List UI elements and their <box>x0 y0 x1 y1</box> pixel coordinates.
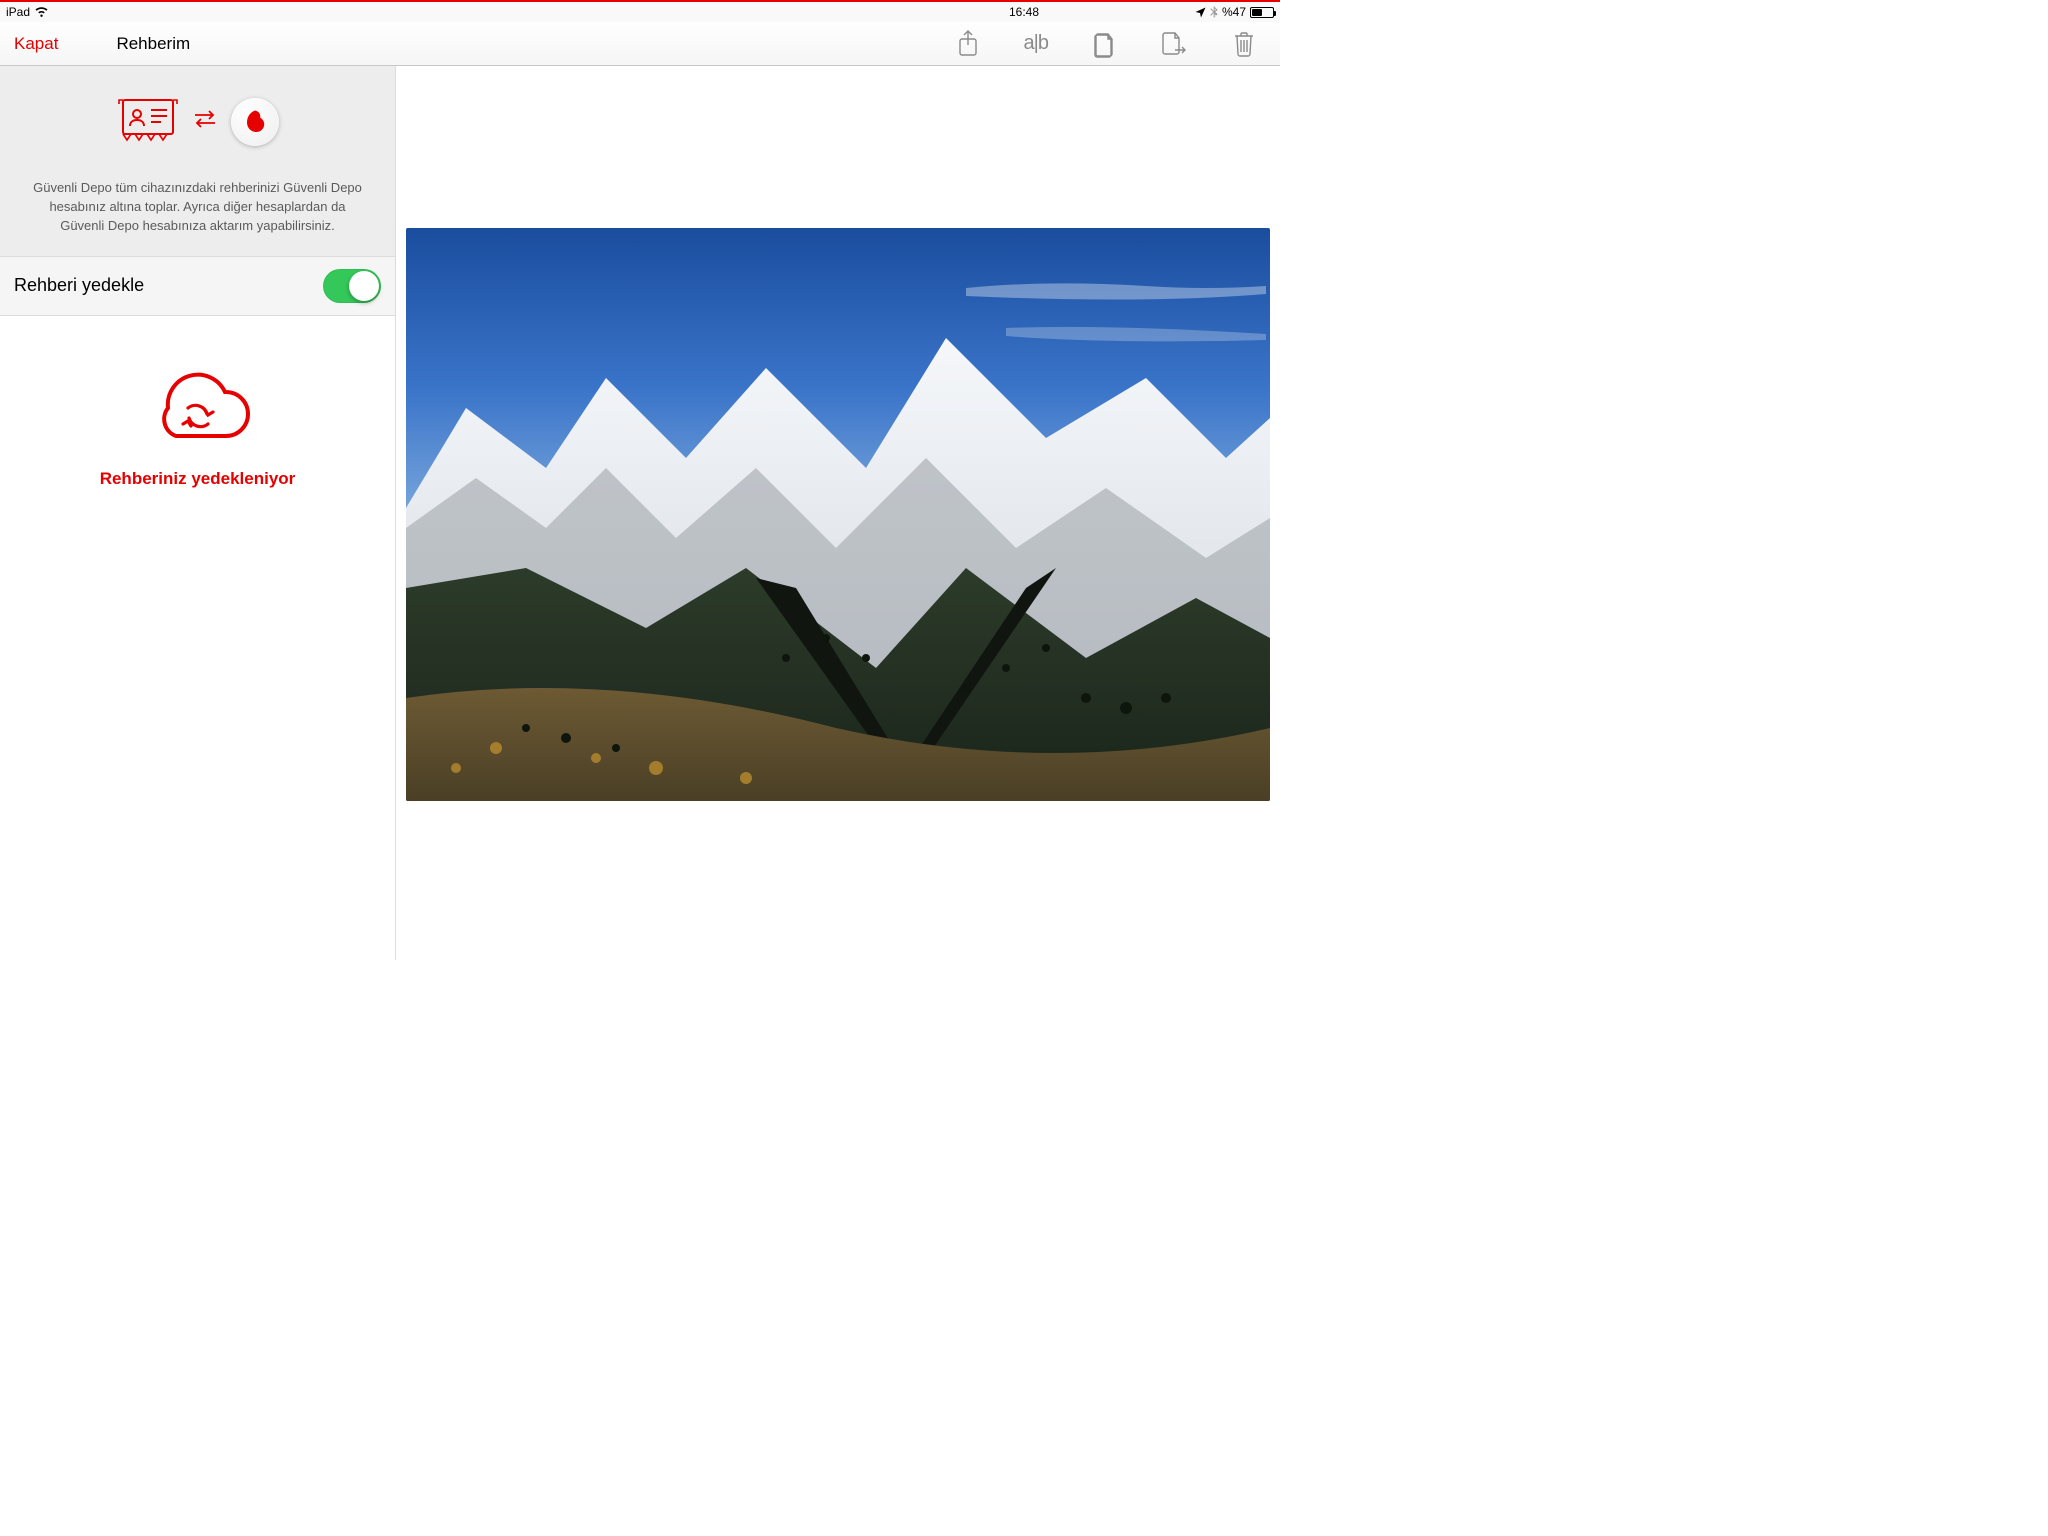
location-icon <box>1195 7 1206 18</box>
contact-card-icon <box>117 94 179 149</box>
bluetooth-icon <box>1210 6 1218 19</box>
battery-icon <box>1250 7 1274 18</box>
share-button[interactable] <box>954 29 982 59</box>
vodafone-logo-icon <box>231 98 279 146</box>
copy-button[interactable] <box>1090 29 1118 59</box>
device-label: iPad <box>6 5 30 19</box>
main-content <box>396 66 1280 960</box>
sync-arrows-icon <box>193 109 217 135</box>
backup-toggle[interactable] <box>323 269 381 303</box>
backup-status: Rehberiniz yedekleniyor <box>0 316 395 543</box>
info-text: Güvenli Depo tüm cihazınızdaki rehberini… <box>24 179 371 236</box>
close-button[interactable]: Kapat <box>14 34 58 54</box>
info-card: Güvenli Depo tüm cihazınızdaki rehberini… <box>0 66 395 257</box>
sort-button[interactable]: a|b <box>1024 32 1048 55</box>
delete-button[interactable] <box>1230 29 1258 59</box>
cloud-sync-icon <box>138 370 258 455</box>
photo-preview[interactable] <box>406 228 1270 801</box>
export-button[interactable] <box>1160 29 1188 59</box>
clock: 16:48 <box>1009 5 1039 19</box>
backup-status-text: Rehberiniz yedekleniyor <box>20 469 375 489</box>
sidebar: Güvenli Depo tüm cihazınızdaki rehberini… <box>0 66 396 960</box>
page-title: Rehberim <box>116 34 190 54</box>
wifi-icon <box>34 7 49 18</box>
backup-toggle-row: Rehberi yedekle <box>0 257 395 316</box>
sync-illustration <box>24 94 371 149</box>
battery-text: %47 <box>1222 5 1246 19</box>
status-bar: iPad 16:48 %47 <box>0 2 1280 22</box>
backup-toggle-label: Rehberi yedekle <box>14 275 144 296</box>
navigation-bar: Kapat Rehberim a|b <box>0 22 1280 66</box>
